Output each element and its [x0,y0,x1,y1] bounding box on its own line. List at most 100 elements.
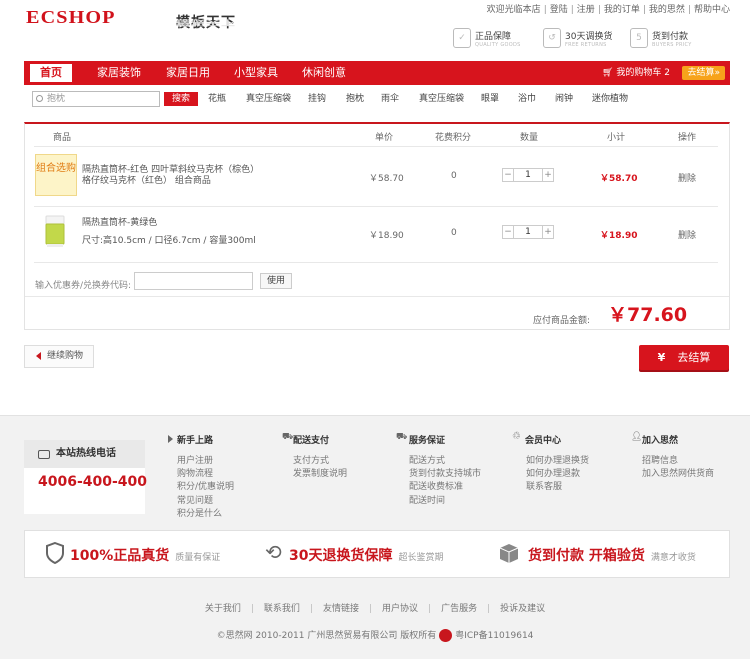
footer-link[interactable]: 支付方式 [293,455,347,468]
keyword-link[interactable]: 挂钩 [308,92,326,106]
nav-home-decor[interactable]: 家居装饰 [97,61,141,85]
product-name[interactable]: 隔热直筒杯-黄绿色 [82,218,157,229]
keyword-link[interactable]: 抱枕 [346,92,364,106]
arrow-icon [168,435,173,443]
qty-plus-button[interactable]: + [542,225,554,239]
return-icon: ↺ [543,28,561,48]
my-account-link[interactable]: 我的思然 [649,5,685,15]
header-product: 商品 [53,133,72,143]
login-link[interactable]: 登陆 [550,5,568,15]
user-icon: 👤︎ [631,432,643,442]
promise-cod: 5 货到付款 BUYERS PRICY [630,26,692,50]
continue-shopping-button[interactable]: 继续购物 [24,345,94,368]
site-logo[interactable]: ECSHOP [26,7,116,28]
phone-icon [38,450,50,459]
keyword-link[interactable]: 雨伞 [381,92,399,106]
keyword-link[interactable]: 真空压缩袋 [246,92,291,106]
nav-small-furniture[interactable]: 小型家具 [234,61,278,85]
footer-link[interactable]: 加入思然网供货商 [642,468,714,481]
nav-home[interactable]: 首页 [30,64,72,82]
delete-link[interactable]: 删除 [678,171,696,184]
footer-link[interactable]: 联系客服 [526,481,589,494]
guarantee-returns: 30天退换货保障 超长鉴赏期 [289,545,444,565]
points: 0 [451,171,457,181]
footer-link[interactable]: 积分是什么 [177,508,234,521]
nav-leisure[interactable]: 休闲创意 [302,61,346,85]
footer-col-title: 配送支付 [293,436,330,446]
footer-link[interactable]: 发票制度说明 [293,468,347,481]
footer-link[interactable]: 投诉及建议 [500,604,545,614]
guarantee-cod: 货到付款 开箱验货 满意才收货 [528,545,696,565]
footer-link[interactable]: 广告服务 [441,604,477,614]
divider [34,206,718,207]
welcome-text: 欢迎光临本店 [486,5,541,15]
coupon-apply-button[interactable]: 使用 [260,273,292,289]
qty-value[interactable]: 1 [514,225,542,239]
promise-sub: BUYERS PRICY [652,41,692,48]
truck-icon: ⛟ [282,432,294,442]
five-icon: 5 [630,28,648,48]
search-button[interactable]: 搜索 [164,92,198,106]
footer-link[interactable]: 积分/优惠说明 [177,481,234,494]
yen-icon: ¥ [657,351,666,364]
footer-link[interactable]: 关于我们 [205,604,241,614]
quantity-stepper: − 1 + [502,225,554,239]
unit-price: ￥18.90 [369,231,404,241]
icp-number: 粤ICP备11019614 [455,631,534,641]
footer-link[interactable]: 招聘信息 [642,455,714,468]
footer-link[interactable]: 用户注册 [177,455,234,468]
copyright-text: ©思然网 2010-2011 广州思然贸易有限公司 版权所有 [216,631,437,641]
footer-link[interactable]: 联系我们 [264,604,300,614]
qty-plus-button[interactable]: + [542,168,554,182]
product-name[interactable]: 隔热直筒杯-红色 四叶草斜纹马克杯（棕色） [82,165,259,176]
qty-value[interactable]: 1 [514,168,542,182]
keyword-link[interactable]: 闹钟 [555,92,573,106]
shield-icon [46,542,64,564]
footer-link[interactable]: 配送时间 [409,495,481,508]
copyright: ©思然网 2010-2011 广州思然贸易有限公司 版权所有 粤ICP备11019… [0,628,750,642]
guarantee-sub: 质量有保证 [175,553,221,563]
help-center-link[interactable]: 帮助中心 [694,5,730,15]
main-nav: 首页 家居装饰 家居日用 小型家具 休闲创意 🛒︎ 我的购物车 2 去结算» [24,61,730,85]
keyword-link[interactable]: 真空压缩袋 [419,92,464,106]
footer-link[interactable]: 常见问题 [177,495,234,508]
header-points: 花费积分 [435,133,472,143]
footer-link[interactable]: 友情链接 [323,604,359,614]
row-subtotal: ￥18.90 [600,231,638,241]
nav-household[interactable]: 家居日用 [166,61,210,85]
total-amount: ￥77.60 [608,304,688,326]
keyword-link[interactable]: 浴巾 [518,92,536,106]
delete-link[interactable]: 删除 [678,228,696,241]
promise-quality: ✓ 正品保障 QUALITY GOODS [453,26,521,50]
footer-link[interactable]: 购物流程 [177,468,234,481]
header-price: 单价 [375,133,394,143]
guarantee-sub: 满意才收货 [650,553,696,563]
points: 0 [451,228,457,238]
product-cup-image[interactable] [44,214,66,248]
checkout-top-button[interactable]: 去结算» [682,66,725,80]
register-link[interactable]: 注册 [577,5,595,15]
keyword-link[interactable]: 迷你植物 [592,92,628,106]
footer-link[interactable]: 如何办理退款 [526,468,589,481]
search-input[interactable]: 抱枕 [32,91,160,107]
footer-link[interactable]: 用户协议 [382,604,418,614]
coupon-input[interactable] [134,272,253,290]
footer-link[interactable]: 配送方式 [409,455,481,468]
recycle-icon: ♲ [512,431,521,442]
footer-link[interactable]: 配送收费标准 [409,481,481,494]
qty-minus-button[interactable]: − [502,168,514,182]
my-orders-link[interactable]: 我的订单 [604,5,640,15]
qty-minus-button[interactable]: − [502,225,514,239]
footer-link[interactable]: 货到付款支持城市 [409,468,481,481]
checkout-button[interactable]: ¥ 去结算 [639,345,729,370]
coupon-label: 输入优惠券/兑换券代码: [35,281,132,291]
promise-title: 正品保障 [475,31,512,42]
cart-link[interactable]: 🛒︎ 我的购物车 2 [602,61,670,85]
footer-link[interactable]: 如何办理退换货 [526,455,589,468]
box-icon [499,544,519,563]
keyword-link[interactable]: 花瓶 [208,92,226,106]
footer-col-title: 新手上路 [177,436,214,446]
keyword-link[interactable]: 眼罩 [481,92,499,106]
quantity-stepper: − 1 + [502,168,554,182]
header-subtotal: 小计 [607,133,626,143]
